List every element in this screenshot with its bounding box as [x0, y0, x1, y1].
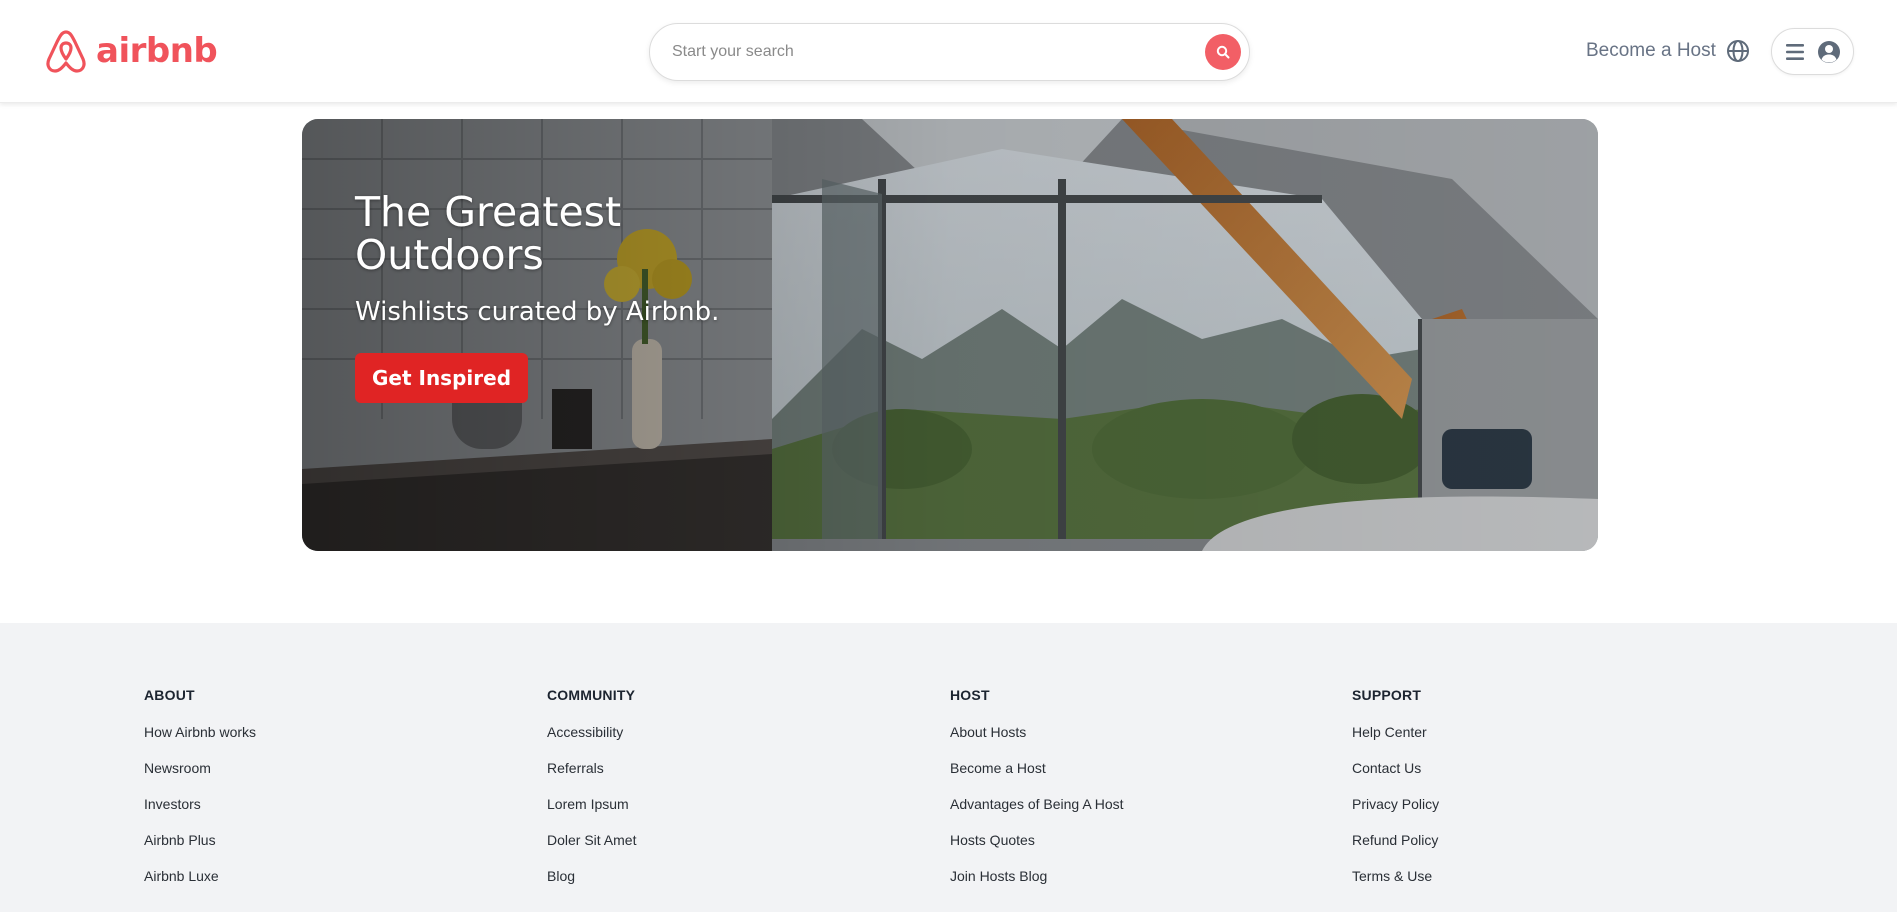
search-button[interactable] — [1205, 34, 1241, 70]
footer-link[interactable]: Doler Sit Amet — [547, 832, 636, 868]
site-footer: ABOUT How Airbnb works Newsroom Investor… — [0, 623, 1897, 912]
hamburger-menu-icon — [1785, 43, 1804, 60]
search-icon — [1216, 45, 1230, 59]
footer-column-about: ABOUT How Airbnb works Newsroom Investor… — [144, 687, 256, 904]
footer-link[interactable]: Join Hosts Blog — [950, 868, 1124, 904]
hero-banner: The Greatest Outdoors Wishlists curated … — [302, 119, 1598, 551]
footer-link[interactable]: Refund Policy — [1352, 832, 1439, 868]
footer-column-community: COMMUNITY Accessibility Referrals Lorem … — [547, 687, 636, 904]
footer-link[interactable]: Hosts Quotes — [950, 832, 1124, 868]
footer-link[interactable]: About Hosts — [950, 724, 1124, 760]
footer-heading: COMMUNITY — [547, 687, 636, 703]
footer-link[interactable]: Terms & Use — [1352, 868, 1439, 904]
footer-link[interactable]: Contact Us — [1352, 760, 1439, 796]
footer-link[interactable]: Blog — [547, 868, 636, 904]
globe-icon[interactable] — [1726, 39, 1750, 63]
footer-link[interactable]: Privacy Policy — [1352, 796, 1439, 832]
footer-link[interactable]: Airbnb Plus — [144, 832, 256, 868]
footer-link[interactable]: Advantages of Being A Host — [950, 796, 1124, 832]
footer-link[interactable]: Newsroom — [144, 760, 256, 796]
get-inspired-button[interactable]: Get Inspired — [355, 353, 529, 403]
footer-link[interactable]: Become a Host — [950, 760, 1124, 796]
search-input[interactable] — [672, 38, 1152, 66]
footer-heading: SUPPORT — [1352, 687, 1422, 703]
user-menu-button[interactable] — [1771, 28, 1854, 75]
airbnb-logo-icon — [46, 30, 86, 73]
footer-link[interactable]: How Airbnb works — [144, 724, 256, 760]
become-host-link[interactable]: Become a Host — [1586, 40, 1716, 62]
hero-background-image — [302, 119, 1598, 551]
logo-text: airbnb — [96, 31, 218, 71]
search-bar[interactable] — [649, 23, 1250, 81]
footer-heading: HOST — [950, 687, 990, 703]
top-navbar: airbnb Become a Host — [0, 0, 1897, 103]
footer-link[interactable]: Lorem Ipsum — [547, 796, 636, 832]
footer-link[interactable]: Help Center — [1352, 724, 1439, 760]
footer-link[interactable]: Accessibility — [547, 724, 636, 760]
footer-link[interactable]: Referrals — [547, 760, 636, 796]
hero-subtitle: Wishlists curated by Airbnb. — [355, 297, 720, 327]
footer-column-host: HOST About Hosts Become a Host Advantage… — [950, 687, 1124, 904]
airbnb-logo[interactable]: airbnb — [44, 28, 218, 74]
footer-link[interactable]: Investors — [144, 796, 256, 832]
footer-heading: ABOUT — [144, 687, 195, 703]
user-avatar-icon — [1817, 40, 1840, 63]
hero-title: The Greatest Outdoors — [355, 188, 622, 280]
footer-column-support: SUPPORT Help Center Contact Us Privacy P… — [1352, 687, 1439, 904]
footer-link[interactable]: Airbnb Luxe — [144, 868, 256, 904]
